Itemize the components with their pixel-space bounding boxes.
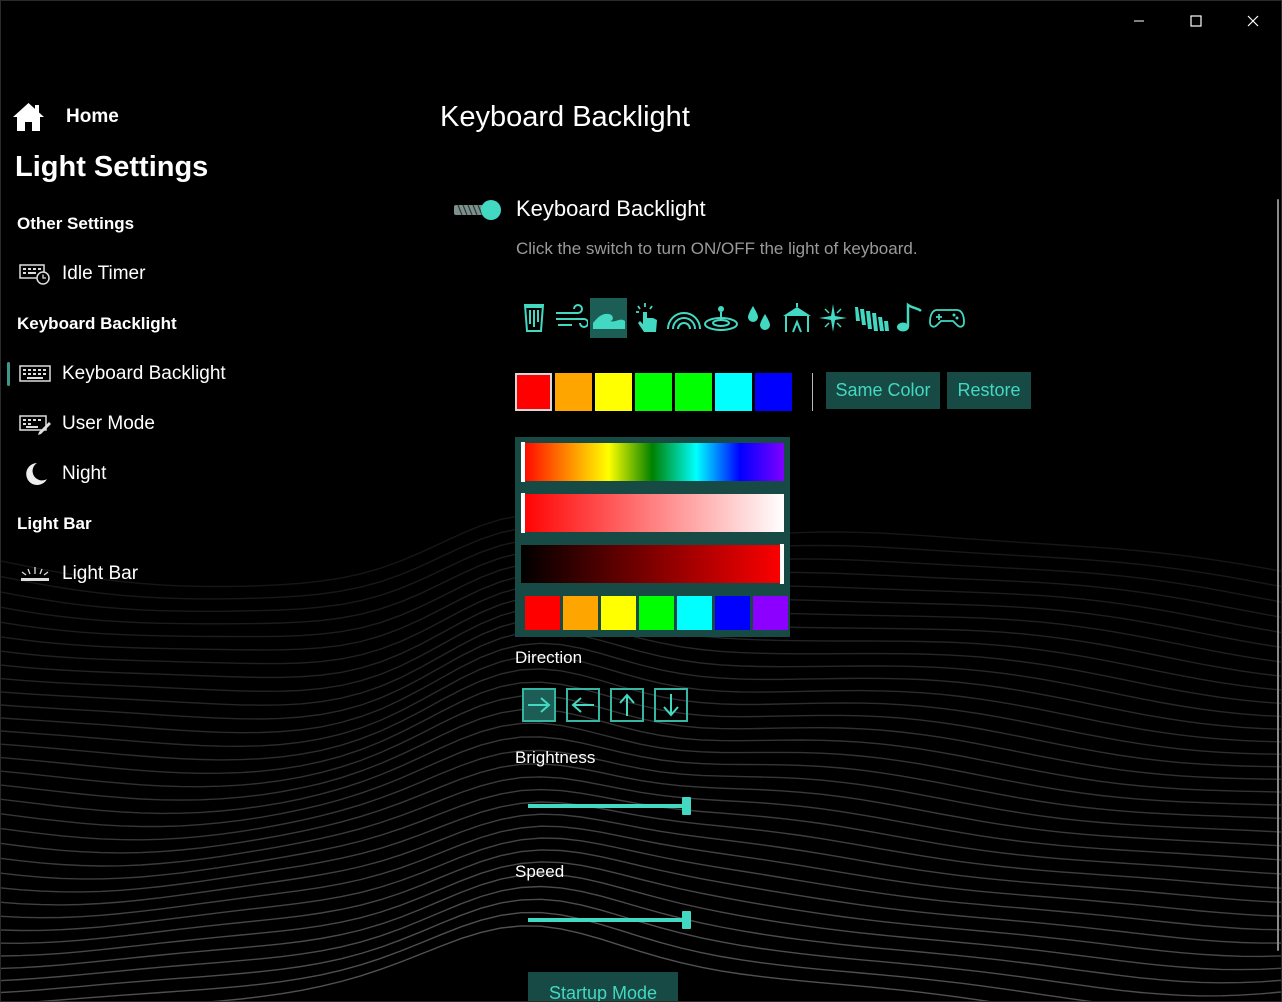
effect-gamepad[interactable] (929, 298, 966, 338)
rainbow-icon (666, 312, 701, 330)
zone-color-swatch[interactable] (555, 373, 592, 411)
arrow-left-icon (571, 697, 594, 713)
gamepad-icon (929, 309, 965, 328)
brightness-track (528, 804, 686, 808)
zone-color-swatch[interactable] (675, 373, 712, 411)
zone-color-swatch[interactable] (515, 373, 552, 411)
preset-palette (525, 596, 791, 630)
static-icon (523, 304, 544, 332)
direction-options (522, 688, 698, 722)
title-bar (1110, 1, 1281, 41)
circus-icon (782, 303, 811, 333)
close-icon (1247, 15, 1258, 27)
saturation-slider[interactable] (521, 493, 784, 533)
direction-right-button[interactable] (522, 688, 556, 722)
saturation-slider-thumb[interactable] (521, 493, 525, 533)
startup-mode-button[interactable]: Startup Mode (528, 972, 678, 1001)
direction-left-button[interactable] (566, 688, 600, 722)
effect-wave[interactable] (590, 298, 628, 338)
zone-color-swatch[interactable] (595, 373, 632, 411)
palette-swatch[interactable] (563, 596, 598, 630)
hue-slider-thumb[interactable] (521, 442, 525, 482)
effect-ripple[interactable] (703, 298, 740, 338)
value-slider[interactable] (521, 544, 784, 584)
breath-wind-icon (556, 304, 589, 328)
restore-button[interactable]: Restore (947, 372, 1031, 409)
music-icon (897, 302, 923, 332)
same-color-button[interactable]: Same Color (826, 372, 940, 409)
zone-color-swatch[interactable] (635, 373, 672, 411)
backlight-toggle-label: Keyboard Backlight (516, 196, 706, 221)
speed-slider[interactable] (528, 909, 691, 931)
brightness-label: Brightness (515, 748, 596, 767)
effect-rainbow[interactable] (665, 298, 702, 338)
maximize-button[interactable] (1167, 1, 1224, 41)
main-content: Keyboard Backlight Keyboard Backlight Cl… (1, 1, 1281, 1001)
hue-slider[interactable] (521, 442, 784, 482)
zone-divider (812, 373, 813, 411)
wave-icon (592, 313, 625, 329)
zone-color-swatch[interactable] (755, 373, 792, 411)
speed-track (528, 918, 686, 922)
effect-raindrop[interactable] (741, 298, 778, 338)
color-picker (515, 437, 790, 637)
effect-music[interactable] (891, 298, 928, 338)
arrow-up-icon (619, 693, 635, 716)
raindrop-icon (748, 306, 771, 330)
effect-list (515, 298, 966, 338)
direction-up-button[interactable] (610, 688, 644, 722)
speed-label: Speed (515, 862, 565, 881)
minimize-button[interactable] (1110, 1, 1167, 41)
palette-swatch[interactable] (677, 596, 712, 630)
palette-swatch[interactable] (715, 596, 750, 630)
arrow-down-icon (663, 694, 679, 717)
star-icon (819, 304, 848, 332)
direction-down-button[interactable] (654, 688, 688, 722)
effect-touch[interactable] (628, 298, 665, 338)
arrow-right-icon (528, 697, 551, 713)
direction-label: Direction (515, 648, 583, 667)
touch-icon (636, 303, 658, 332)
brightness-thumb[interactable] (682, 797, 691, 815)
effect-star[interactable] (816, 298, 853, 338)
palette-swatch[interactable] (639, 596, 674, 630)
minimize-icon (1133, 20, 1144, 22)
effect-circus[interactable] (778, 298, 815, 338)
page-title: Keyboard Backlight (440, 101, 690, 133)
effect-breath-wind[interactable] (553, 298, 590, 338)
effect-aurora[interactable] (853, 298, 890, 338)
backlight-toggle[interactable] (453, 199, 503, 221)
backlight-description: Click the switch to turn ON/OFF the ligh… (516, 239, 918, 258)
speed-thumb[interactable] (682, 911, 691, 929)
close-button[interactable] (1224, 1, 1281, 41)
maximize-icon (1189, 15, 1202, 27)
zone-color-swatch[interactable] (715, 373, 752, 411)
aurora-icon (854, 307, 889, 331)
palette-swatch[interactable] (753, 596, 788, 630)
app-window: Home Light Settings Other Settings Idle … (0, 0, 1282, 1002)
ripple-icon (704, 306, 739, 331)
effect-static[interactable] (515, 298, 552, 338)
zone-colors (515, 373, 795, 411)
palette-swatch[interactable] (601, 596, 636, 630)
palette-swatch[interactable] (525, 596, 560, 630)
brightness-slider[interactable] (528, 795, 691, 817)
value-slider-thumb[interactable] (780, 544, 784, 584)
